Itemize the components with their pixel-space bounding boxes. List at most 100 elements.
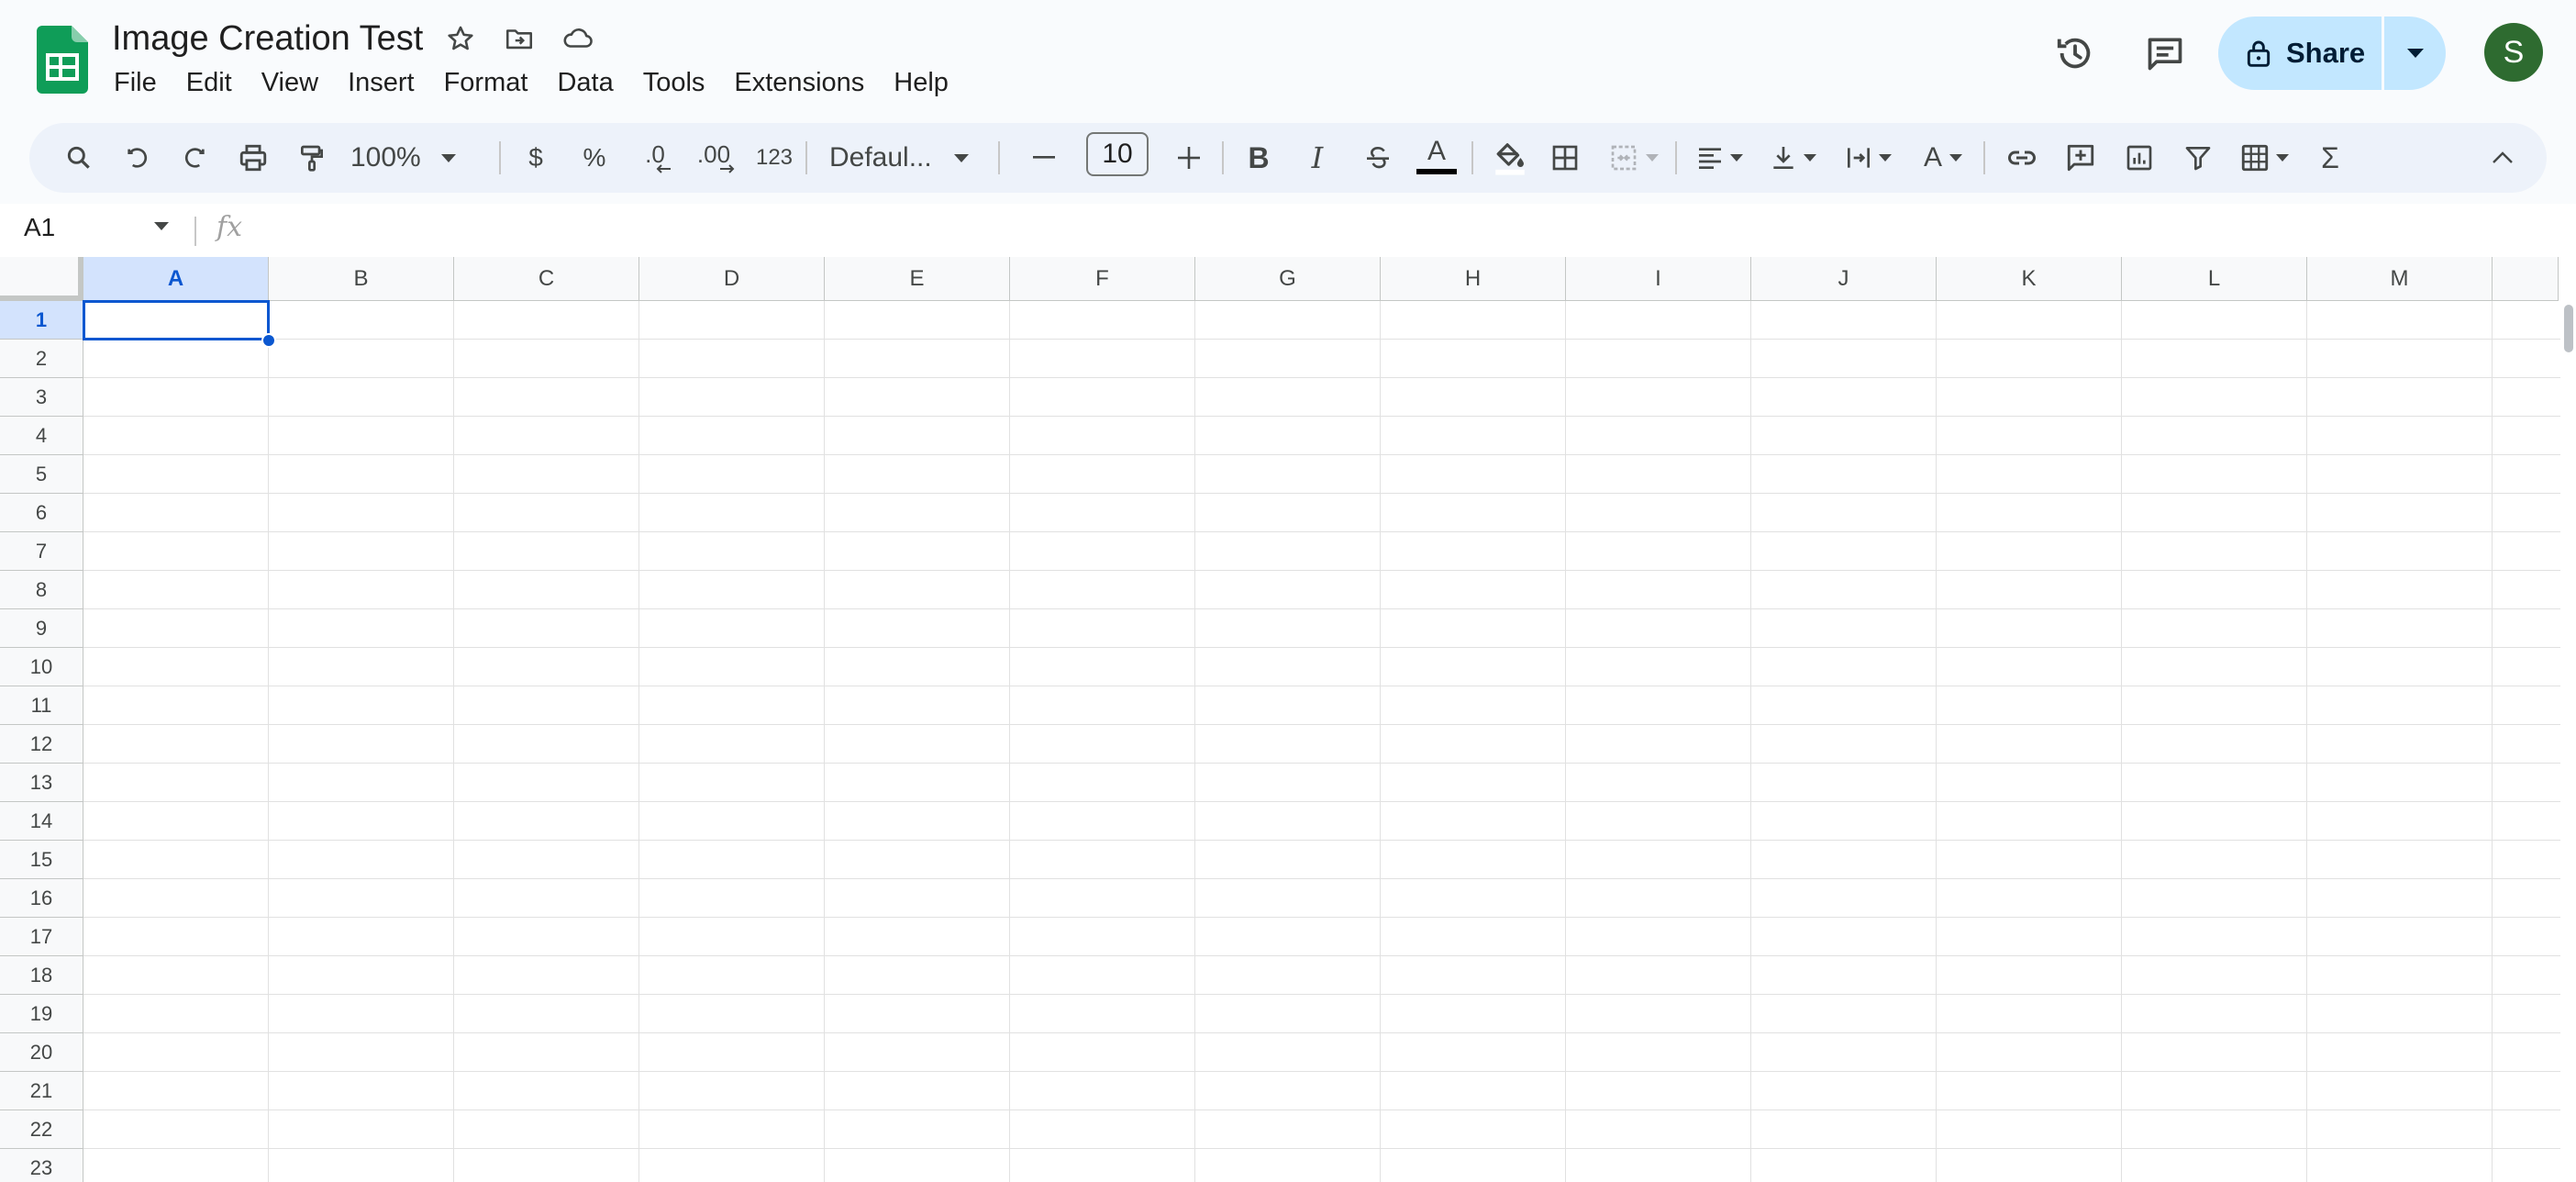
- row-header-10[interactable]: 10: [0, 648, 83, 686]
- text-color-button[interactable]: A: [1415, 123, 1459, 193]
- column-header-f[interactable]: F: [1010, 257, 1195, 301]
- menu-data[interactable]: Data: [542, 62, 627, 103]
- row-header-12[interactable]: 12: [0, 725, 83, 764]
- column-header-b[interactable]: B: [269, 257, 454, 301]
- filter-views-button[interactable]: [2231, 123, 2297, 193]
- functions-button[interactable]: Σ: [2308, 123, 2352, 193]
- fill-color-button[interactable]: [1484, 123, 1536, 193]
- sheets-logo-icon[interactable]: [37, 26, 88, 94]
- share-options-button[interactable]: [2384, 17, 2446, 90]
- row-header-19[interactable]: 19: [0, 995, 83, 1033]
- row-header-5[interactable]: 5: [0, 455, 83, 494]
- row-header-14[interactable]: 14: [0, 802, 83, 841]
- chevron-down-icon[interactable]: [154, 222, 169, 230]
- menu-view[interactable]: View: [247, 62, 333, 103]
- fill-handle[interactable]: [261, 333, 276, 348]
- increase-decimal-button[interactable]: .00: [684, 123, 743, 193]
- row-header-22[interactable]: 22: [0, 1110, 83, 1149]
- toolbar-separator: [1471, 141, 1473, 174]
- undo-button[interactable]: [116, 123, 160, 193]
- active-cell[interactable]: [83, 300, 270, 340]
- cloud-saved-icon[interactable]: [560, 20, 596, 57]
- row-header-4[interactable]: 4: [0, 417, 83, 455]
- merge-cells-button[interactable]: [1600, 123, 1668, 193]
- move-to-folder-icon[interactable]: [501, 20, 538, 57]
- row-header-17[interactable]: 17: [0, 918, 83, 956]
- version-history-icon[interactable]: [2048, 26, 2103, 81]
- font-select[interactable]: Defaul...: [829, 123, 1004, 193]
- menu-extensions[interactable]: Extensions: [719, 62, 879, 103]
- row-header-11[interactable]: 11: [0, 686, 83, 725]
- search-menus-button[interactable]: [57, 123, 101, 193]
- text-wrapping-button[interactable]: [1837, 123, 1899, 193]
- vertical-align-button[interactable]: [1761, 123, 1824, 193]
- font-size-input[interactable]: 10: [1086, 132, 1149, 176]
- decrease-font-size-button[interactable]: [1022, 123, 1066, 193]
- insert-comment-button[interactable]: [2059, 123, 2103, 193]
- share-button[interactable]: Share: [2218, 17, 2382, 90]
- bold-button[interactable]: B: [1237, 123, 1281, 193]
- italic-button[interactable]: I: [1295, 123, 1339, 193]
- row-header-15[interactable]: 15: [0, 841, 83, 879]
- column-header-l[interactable]: L: [2122, 257, 2307, 301]
- column-header-d[interactable]: D: [639, 257, 825, 301]
- column-header-e[interactable]: E: [825, 257, 1010, 301]
- row-header-9[interactable]: 9: [0, 609, 83, 648]
- document-title[interactable]: Image Creation Test: [112, 17, 423, 61]
- more-formats-button[interactable]: 123: [743, 123, 805, 193]
- row-header-1[interactable]: 1: [0, 301, 83, 340]
- strikethrough-button[interactable]: [1356, 123, 1400, 193]
- column-header-i[interactable]: I: [1566, 257, 1751, 301]
- row-header-6[interactable]: 6: [0, 494, 83, 532]
- formula-bar: A1 fx: [0, 204, 2576, 257]
- share-button-group: Share: [2218, 17, 2446, 90]
- zoom-select[interactable]: 100%: [350, 123, 461, 193]
- row-header-3[interactable]: 3: [0, 378, 83, 417]
- column-header-c[interactable]: C: [454, 257, 639, 301]
- print-button[interactable]: [231, 123, 275, 193]
- scrollbar-thumb[interactable]: [2564, 305, 2573, 352]
- row-header-23[interactable]: 23: [0, 1149, 83, 1182]
- column-header-a[interactable]: A: [83, 257, 269, 301]
- format-currency-button[interactable]: $: [514, 123, 558, 193]
- redo-button[interactable]: [172, 123, 217, 193]
- row-header-18[interactable]: 18: [0, 956, 83, 995]
- borders-button[interactable]: [1543, 123, 1587, 193]
- row-header-13[interactable]: 13: [0, 764, 83, 802]
- paint-format-button[interactable]: [290, 123, 334, 193]
- comments-icon[interactable]: [2137, 26, 2193, 81]
- row-header-20[interactable]: 20: [0, 1033, 83, 1072]
- decrease-decimal-button[interactable]: .0: [627, 123, 683, 193]
- column-header-partial[interactable]: [2493, 257, 2559, 301]
- row-header-7[interactable]: 7: [0, 532, 83, 571]
- insert-chart-button[interactable]: [2117, 123, 2161, 193]
- increase-font-size-button[interactable]: [1167, 123, 1211, 193]
- column-header-j[interactable]: J: [1751, 257, 1937, 301]
- star-icon[interactable]: [442, 20, 479, 57]
- row-header-16[interactable]: 16: [0, 879, 83, 918]
- menu-edit[interactable]: Edit: [172, 62, 247, 103]
- column-header-k[interactable]: K: [1937, 257, 2122, 301]
- row-header-2[interactable]: 2: [0, 340, 83, 378]
- format-percent-button[interactable]: %: [572, 123, 616, 193]
- menu-help[interactable]: Help: [879, 62, 963, 103]
- insert-link-button[interactable]: [2000, 123, 2044, 193]
- avatar[interactable]: S: [2484, 23, 2543, 82]
- menu-file[interactable]: File: [99, 62, 172, 103]
- menu-format[interactable]: Format: [429, 62, 543, 103]
- horizontal-align-button[interactable]: [1688, 123, 1750, 193]
- column-header-h[interactable]: H: [1381, 257, 1566, 301]
- create-filter-button[interactable]: [2176, 123, 2220, 193]
- menu-tools[interactable]: Tools: [628, 62, 720, 103]
- hide-menus-button[interactable]: [2481, 123, 2525, 193]
- row-header-21[interactable]: 21: [0, 1072, 83, 1110]
- row-header-8[interactable]: 8: [0, 571, 83, 609]
- column-header-m[interactable]: M: [2307, 257, 2493, 301]
- vertical-scrollbar[interactable]: [2560, 301, 2576, 1182]
- text-rotation-button[interactable]: A: [1912, 123, 1974, 193]
- menu-insert[interactable]: Insert: [333, 62, 429, 103]
- name-box[interactable]: A1: [24, 213, 55, 242]
- select-all-corner[interactable]: [0, 257, 83, 301]
- column-header-g[interactable]: G: [1195, 257, 1381, 301]
- cell-area[interactable]: [83, 301, 2560, 1182]
